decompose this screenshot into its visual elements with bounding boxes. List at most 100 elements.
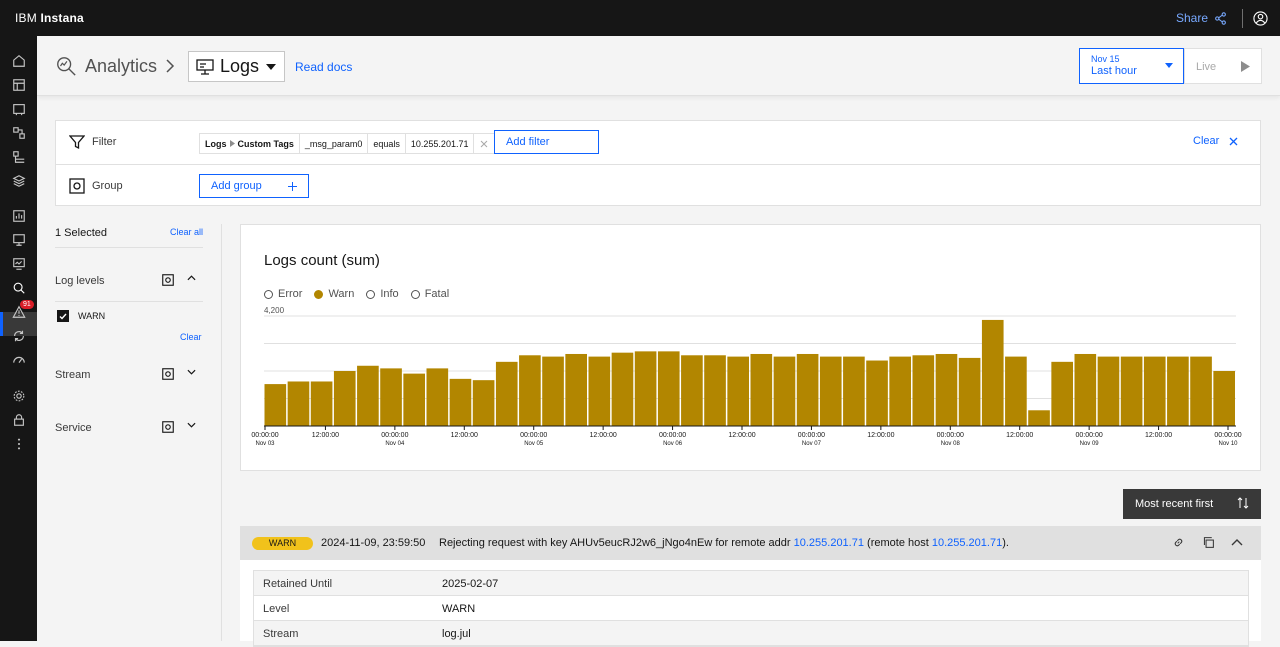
bar[interactable]: [1143, 356, 1166, 426]
slo-gauge-icon[interactable]: [11, 352, 27, 368]
read-docs-link[interactable]: Read docs: [295, 60, 352, 74]
warn-checkbox[interactable]: WARN: [57, 310, 105, 322]
bar[interactable]: [588, 356, 611, 426]
bar[interactable]: [611, 352, 634, 426]
bar[interactable]: [958, 357, 981, 426]
mobile-app-icon[interactable]: [11, 101, 27, 117]
synthetic-monitoring-icon[interactable]: [11, 256, 27, 272]
bar[interactable]: [1120, 356, 1143, 426]
bar[interactable]: [403, 373, 425, 426]
bar[interactable]: [773, 356, 796, 426]
bar[interactable]: [1097, 356, 1120, 426]
bar[interactable]: [357, 365, 379, 426]
stack-layers-icon[interactable]: [11, 173, 27, 189]
x-tick-date-label: Nov 03: [255, 441, 275, 447]
lock-icon[interactable]: [11, 412, 27, 428]
bar[interactable]: [935, 353, 958, 426]
stream-section-header[interactable]: Stream: [55, 368, 203, 381]
bar[interactable]: [380, 368, 402, 426]
bar[interactable]: [657, 351, 680, 426]
clear-log-levels-link[interactable]: Clear: [180, 332, 202, 342]
alerts-icon[interactable]: [11, 304, 27, 320]
detail-value: 2025-02-07: [442, 578, 499, 590]
applications-icon[interactable]: [11, 125, 27, 141]
x-tick-label: 00:00:00: [251, 432, 278, 439]
chevron-up-icon[interactable]: [1231, 538, 1243, 546]
bar[interactable]: [704, 355, 726, 426]
automation-icon[interactable]: [11, 328, 27, 344]
live-button[interactable]: Live: [1184, 48, 1262, 84]
log-details-table: Retained Until 2025-02-07 Level WARN Strea…: [253, 570, 1249, 647]
bar[interactable]: [1074, 353, 1097, 426]
bar[interactable]: [866, 360, 888, 426]
bar[interactable]: [912, 355, 935, 426]
log-level-badge: WARN: [252, 537, 313, 550]
add-filter-button[interactable]: Add filter: [494, 130, 599, 154]
divider: [55, 247, 203, 248]
sort-order-button[interactable]: Most recent first: [1123, 489, 1261, 519]
clear-all-link[interactable]: Clear all: [170, 227, 203, 237]
group-by-icon[interactable]: [162, 274, 174, 286]
log-timestamp: 2024-11-09, 23:59:50: [321, 537, 426, 549]
time-range-picker[interactable]: Nov 15 Last hour: [1079, 48, 1184, 84]
add-group-button[interactable]: Add group: [199, 174, 309, 198]
bar[interactable]: [1005, 356, 1027, 426]
more-vertical-icon[interactable]: [11, 436, 27, 452]
selection-summary: 1 Selected Clear all: [55, 227, 203, 239]
bar[interactable]: [565, 353, 587, 426]
user-avatar-icon[interactable]: [1253, 11, 1268, 26]
brand-logo[interactable]: IBM Instana: [15, 11, 84, 25]
logs-bar-chart[interactable]: 4,200 00:00:00 Nov 03 12:00:00 00:00:00 Nov 0…: [241, 225, 1260, 470]
group-by-icon[interactable]: [162, 421, 174, 433]
bar[interactable]: [287, 381, 310, 426]
bar[interactable]: [1028, 410, 1050, 426]
clear-filters-button[interactable]: Clear: [1193, 135, 1238, 147]
bar[interactable]: [1051, 361, 1073, 426]
bar[interactable]: [449, 378, 472, 426]
copy-icon[interactable]: [1202, 536, 1215, 549]
link-icon[interactable]: [1172, 536, 1185, 549]
remote-addr-link[interactable]: 10.255.201.71: [794, 537, 864, 549]
log-levels-section-header[interactable]: Log levels: [55, 274, 203, 287]
bar[interactable]: [796, 353, 819, 426]
chip-remove-button[interactable]: [474, 134, 494, 153]
share-label: Share: [1176, 11, 1209, 25]
bar[interactable]: [1167, 356, 1189, 426]
bar[interactable]: [727, 356, 749, 426]
group-by-icon[interactable]: [162, 368, 174, 380]
bar[interactable]: [519, 355, 541, 426]
bar[interactable]: [426, 368, 449, 426]
view-selector-dropdown[interactable]: Logs: [188, 51, 285, 82]
log-entry-row[interactable]: WARN 2024-11-09, 23:59:50 Rejecting requ…: [240, 526, 1261, 560]
bar[interactable]: [542, 356, 564, 426]
analytics-icon[interactable]: [11, 280, 27, 296]
filter-chip[interactable]: Logs Custom Tags _msg_param0 equals 10.2…: [199, 133, 496, 154]
remote-host-link[interactable]: 10.255.201.71: [932, 537, 1002, 549]
chip-tag-text: _msg_param0: [304, 138, 363, 149]
bar[interactable]: [634, 351, 657, 426]
share-button[interactable]: Share: [1176, 11, 1227, 25]
bar[interactable]: [889, 356, 911, 426]
settings-gear-icon[interactable]: [11, 388, 27, 404]
bar[interactable]: [843, 356, 865, 426]
live-label: Live: [1196, 61, 1217, 73]
website-monitoring-icon[interactable]: [11, 77, 27, 93]
bar[interactable]: [1213, 371, 1235, 426]
infrastructure-icon[interactable]: [11, 232, 27, 248]
bar[interactable]: [310, 381, 333, 426]
bar[interactable]: [819, 356, 842, 426]
home-icon[interactable]: [11, 53, 27, 69]
service-section-header[interactable]: Service: [55, 421, 203, 434]
bar[interactable]: [264, 384, 287, 426]
dashboard-icon[interactable]: [11, 208, 27, 224]
bar[interactable]: [472, 380, 495, 426]
bar[interactable]: [750, 353, 773, 426]
chip-operator: equals: [368, 134, 406, 153]
logs-count-chart-card: Logs count (sum) Error Warn Info Fatal 4…: [240, 224, 1261, 471]
bar[interactable]: [333, 371, 356, 426]
bar[interactable]: [495, 361, 518, 426]
bar[interactable]: [981, 319, 1004, 426]
bar[interactable]: [681, 355, 703, 426]
bar[interactable]: [1190, 356, 1212, 426]
services-icon[interactable]: [11, 149, 27, 165]
